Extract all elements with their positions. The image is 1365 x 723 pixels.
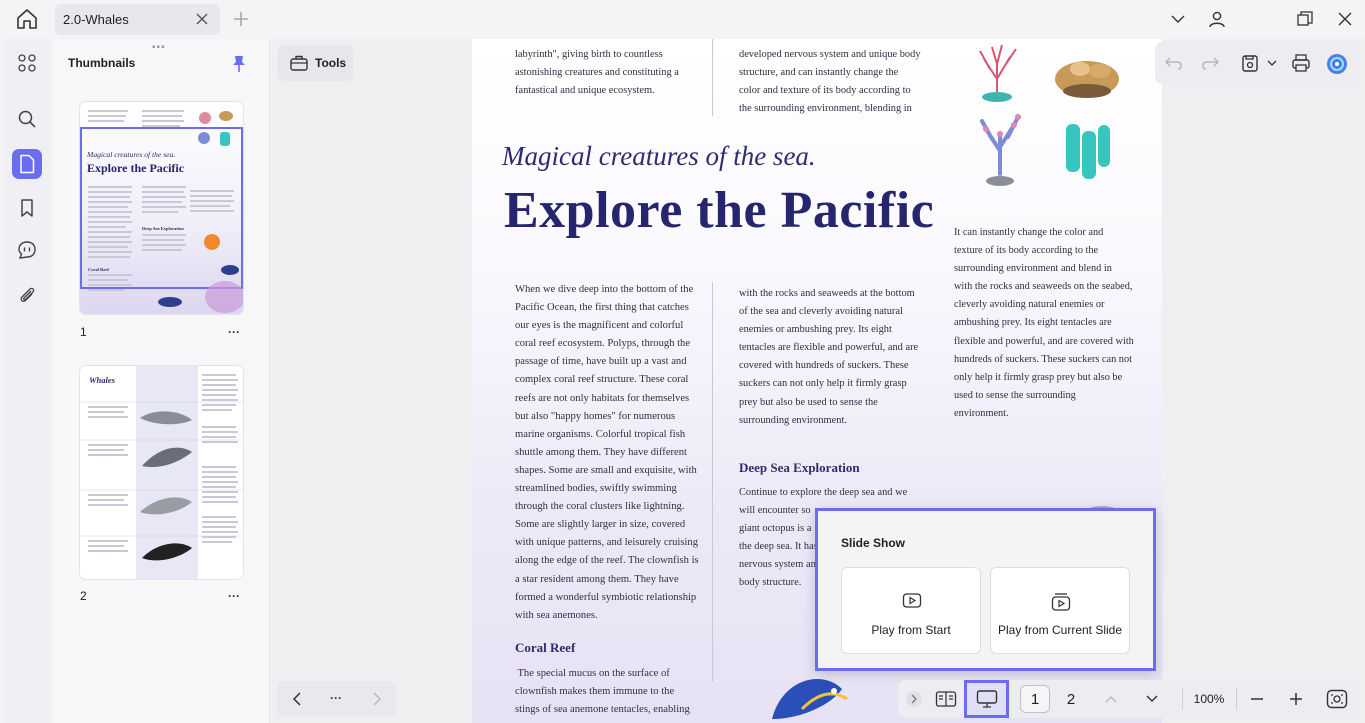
- thumbnails-panel: ▪▪▪ Thumbnails Magical creatures of the …: [52, 39, 270, 723]
- slideshow-icon: [976, 689, 998, 714]
- ai-assistant-icon[interactable]: [1326, 53, 1347, 74]
- popup-title: Slide Show: [841, 536, 906, 550]
- next-icon[interactable]: [369, 690, 385, 713]
- coral-reef-text: The special mucus on the surface of clow…: [515, 668, 690, 716]
- bookmark-icon[interactable]: [12, 193, 42, 223]
- redo-icon[interactable]: [1200, 53, 1220, 73]
- chevron-down-icon[interactable]: [1143, 689, 1161, 709]
- slide-show-popup: Slide Show Play from Start Play from Cur…: [815, 508, 1156, 671]
- thumb-whales-title: Whales: [89, 375, 116, 385]
- body-column-1: When we dive deep into the bottom of the…: [515, 284, 699, 621]
- thumbnail-more-button[interactable]: ···: [228, 589, 240, 603]
- title-bar: 2.0-Whales: [0, 0, 1365, 38]
- fit-icon[interactable]: [1326, 689, 1348, 709]
- thumbnail-preview: Whales: [80, 366, 243, 579]
- left-toolbar: [4, 39, 50, 723]
- thumbnail-preview: Magical creatures of the sea. Explore th…: [80, 110, 243, 313]
- pin-icon[interactable]: [232, 55, 246, 73]
- page-thumbnail-2[interactable]: Whales: [80, 366, 243, 579]
- page-2-button[interactable]: 2: [1056, 685, 1086, 713]
- chevron-up-icon[interactable]: [1102, 689, 1120, 709]
- tab-title: 2.0-Whales: [63, 12, 129, 27]
- right-column-text: It can instantly change the color and te…: [954, 227, 1134, 419]
- zoom-level[interactable]: 100%: [1190, 689, 1228, 709]
- close-window-icon[interactable]: [1336, 10, 1354, 28]
- restore-icon[interactable]: [1296, 10, 1314, 28]
- tools-label: Tools: [315, 56, 347, 70]
- zoom-out-icon[interactable]: [1247, 689, 1267, 709]
- zoom-in-icon[interactable]: [1286, 689, 1306, 709]
- column-text: labyrinth", giving birth to countless as…: [515, 49, 679, 97]
- slideshow-button[interactable]: [964, 680, 1009, 718]
- resize-grip[interactable]: ▪▪▪: [152, 42, 166, 53]
- thumbnail-page-number: 2: [80, 589, 87, 603]
- chevron-down-icon[interactable]: [1169, 10, 1187, 28]
- close-icon[interactable]: [195, 12, 209, 26]
- save-icon[interactable]: [1240, 53, 1260, 73]
- thumb-magical: Magical creatures of the sea.: [86, 150, 175, 159]
- play-current-icon: [1051, 592, 1071, 611]
- page-title: Explore the Pacific: [504, 182, 935, 239]
- page-thumbnail-1[interactable]: Magical creatures of the sea. Explore th…: [80, 102, 243, 314]
- document-tab[interactable]: 2.0-Whales: [55, 4, 220, 35]
- section-subtitle: Magical creatures of the sea.: [502, 141, 816, 171]
- column-divider: [712, 282, 713, 682]
- home-icon[interactable]: [14, 8, 40, 30]
- coral-reef-heading: Coral Reef: [515, 640, 576, 655]
- tools-button[interactable]: Tools: [278, 45, 353, 81]
- thumb-explore: Explore the Pacific: [87, 161, 185, 175]
- play-icon: [902, 592, 922, 610]
- collapse-icon[interactable]: [905, 689, 923, 709]
- play-from-start-label: Play from Start: [871, 623, 951, 637]
- comment-icon[interactable]: [12, 235, 42, 265]
- fish-image: [772, 679, 848, 719]
- page-icon[interactable]: [12, 149, 42, 179]
- reading-mode-icon[interactable]: [935, 689, 957, 709]
- plus-icon[interactable]: [233, 11, 249, 27]
- thumbnail-more-button[interactable]: ···: [228, 325, 240, 339]
- attachment-icon[interactable]: [12, 280, 42, 310]
- divider: [1236, 688, 1237, 710]
- thumb-coral-heading: Coral Reef: [88, 267, 109, 272]
- panel-title: Thumbnails: [68, 56, 136, 70]
- play-from-current-button[interactable]: Play from Current Slide: [990, 567, 1130, 654]
- chevron-down-icon[interactable]: [1266, 53, 1278, 73]
- previous-icon[interactable]: [289, 690, 305, 713]
- thumbnails-grid-icon[interactable]: [12, 48, 42, 78]
- play-from-current-label: Play from Current Slide: [997, 623, 1123, 637]
- page-1-button[interactable]: 1: [1020, 685, 1050, 713]
- divider: [1182, 688, 1183, 710]
- search-icon[interactable]: [12, 104, 42, 134]
- thumbnail-page-number: 1: [80, 325, 87, 339]
- toolbox-icon: [289, 53, 309, 78]
- deep-sea-heading: Deep Sea Exploration: [739, 460, 860, 475]
- more-options[interactable]: ···: [330, 691, 342, 705]
- thumb-deep-heading: Deep Sea Exploration: [142, 226, 184, 231]
- coral-images: [979, 44, 1119, 186]
- play-from-start-button[interactable]: Play from Start: [841, 567, 981, 654]
- column-divider: [712, 39, 713, 116]
- column-text: developed nervous system and unique body…: [739, 49, 921, 115]
- print-icon[interactable]: [1291, 53, 1311, 73]
- thumbnail-nav: ···: [277, 681, 396, 717]
- body-column-2: with the rocks and seaweeds at the botto…: [739, 288, 919, 426]
- quick-toolbar: [1155, 42, 1358, 84]
- undo-icon[interactable]: [1164, 53, 1184, 73]
- user-icon[interactable]: [1208, 10, 1226, 28]
